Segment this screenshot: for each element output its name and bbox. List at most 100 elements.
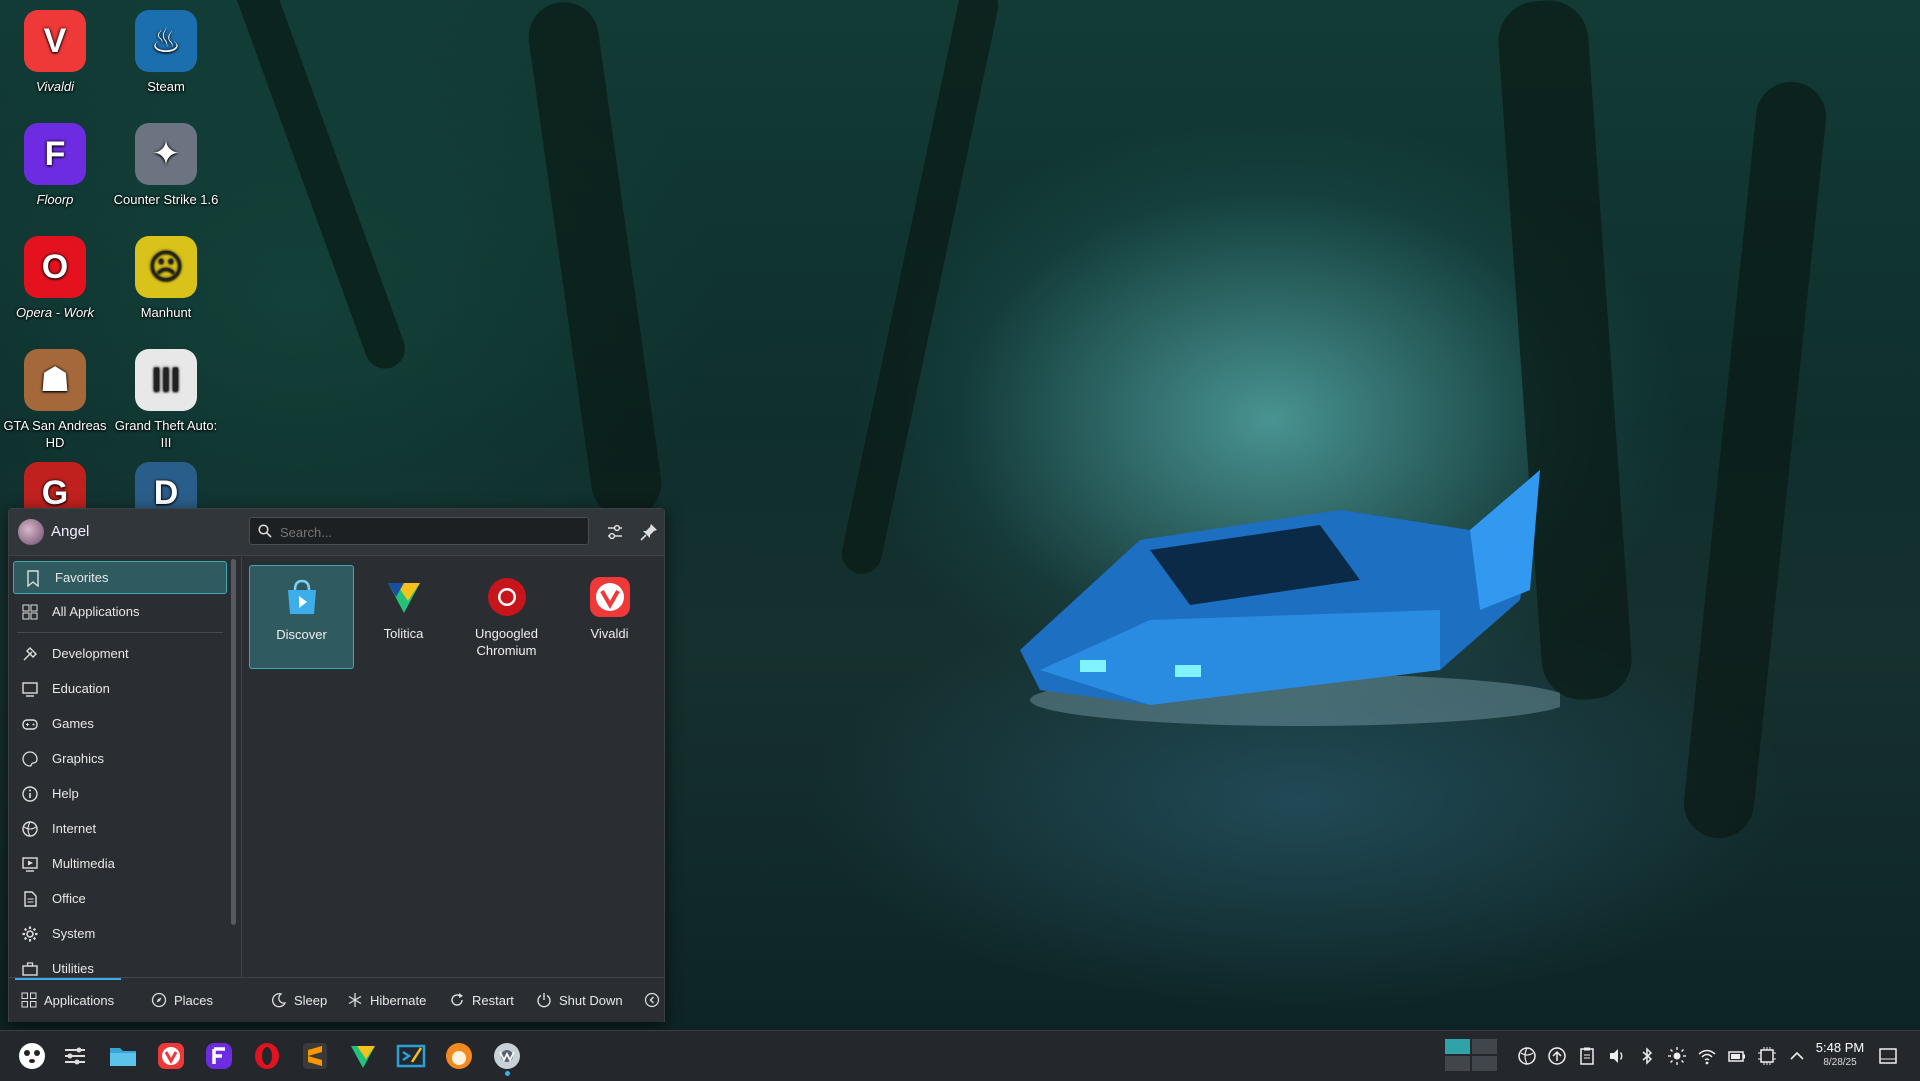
favorite-app-tolitica[interactable]: Tolitica — [352, 565, 455, 667]
category-label: Utilities — [52, 961, 94, 976]
sleep-button[interactable]: Sleep — [271, 990, 327, 1010]
chromium-icon — [494, 1043, 520, 1069]
category-scrollbar[interactable] — [231, 559, 236, 925]
desktop-shortcut-label: Vivaldi — [35, 79, 75, 94]
update-tray-icon[interactable] — [1547, 1046, 1567, 1066]
show-desktop-icon[interactable] — [1878, 1046, 1898, 1066]
monitor-icon — [22, 681, 38, 697]
favorite-app-label: Ungoogled Chromium — [475, 626, 538, 658]
file-manager-icon — [110, 1048, 136, 1066]
user-avatar[interactable] — [18, 519, 44, 545]
taskbar-launcher-button[interactable] — [16, 1040, 48, 1072]
chevron-up-icon[interactable] — [1787, 1046, 1807, 1066]
category-item-education[interactable]: Education — [11, 671, 229, 706]
desktop-2[interactable] — [1472, 1039, 1497, 1054]
tab-places[interactable]: Places — [151, 990, 213, 1010]
grid-icon — [22, 604, 38, 619]
desktop-1[interactable] — [1445, 1039, 1470, 1054]
power-icon — [537, 993, 551, 1008]
restart-label: Restart — [472, 992, 514, 1008]
taskbar-settings-button[interactable] — [59, 1040, 91, 1072]
category-item-graphics[interactable]: Graphics — [11, 741, 229, 776]
desktop-shortcut[interactable]: V Vivaldi — [0, 10, 110, 95]
restart-button[interactable]: Restart — [449, 990, 514, 1010]
configure-icon[interactable] — [605, 522, 625, 542]
vivaldi-icon — [588, 575, 632, 619]
category-label: System — [52, 926, 96, 941]
tab-applications-label: Applications — [44, 992, 115, 1008]
desktop-shortcut-label: Steam — [147, 79, 185, 94]
pin-icon[interactable] — [639, 522, 659, 542]
desktop-shortcut[interactable]: F Floorp — [0, 123, 110, 208]
application-launcher: Angel Favorites All Applications Developme… — [8, 508, 665, 1022]
taskbar-chromium-button[interactable] — [491, 1040, 523, 1076]
palette-icon — [22, 750, 38, 767]
search-input[interactable] — [278, 522, 582, 542]
taskbar-file-manager-button[interactable] — [107, 1040, 139, 1072]
virtual-desktop-pager[interactable] — [1445, 1039, 1499, 1073]
volume-icon[interactable] — [1607, 1046, 1627, 1066]
more-power-options-button[interactable] — [644, 990, 667, 1010]
shutdown-button[interactable]: Shut Down — [536, 990, 623, 1010]
category-item-system[interactable]: System — [11, 916, 229, 951]
desktop-4[interactable] — [1472, 1056, 1497, 1071]
taskbar-vscode-button[interactable] — [395, 1040, 427, 1072]
category-label: Office — [52, 891, 86, 906]
desktop-shortcut-label: Grand Theft Auto: III — [114, 418, 218, 450]
desktop-shortcut[interactable]: III Grand Theft Auto: III — [111, 349, 221, 451]
digital-clock[interactable]: 5:48 PM 8/28/25 — [1808, 1040, 1872, 1070]
clipboard-icon[interactable] — [1577, 1046, 1597, 1066]
chromium-icon — [485, 575, 529, 619]
globe-tray-icon[interactable] — [1517, 1046, 1537, 1066]
favorite-app-vivaldi[interactable]: Vivaldi — [558, 565, 661, 667]
taskbar: 5:48 PM 8/28/25 — [0, 1030, 1920, 1081]
favorite-app-label: Discover — [276, 627, 327, 642]
restart-icon — [451, 993, 463, 1006]
taskbar-vivaldi-button[interactable] — [155, 1040, 187, 1072]
floorp-icon — [206, 1043, 232, 1069]
bluetooth-icon[interactable] — [1637, 1046, 1657, 1066]
category-item-help[interactable]: Help — [11, 776, 229, 811]
category-item-development[interactable]: Development — [11, 636, 229, 671]
category-item-games[interactable]: Games — [11, 706, 229, 741]
active-tab-indicator — [15, 978, 121, 980]
desktop-shortcut[interactable]: ♨ Steam — [111, 10, 221, 95]
wifi-icon[interactable] — [1697, 1046, 1717, 1066]
desktop-3[interactable] — [1445, 1056, 1470, 1071]
cpu-monitor-icon[interactable] — [1757, 1046, 1777, 1066]
desktop-shortcut-label: Counter Strike 1.6 — [113, 192, 219, 207]
category-item-internet[interactable]: Internet — [11, 811, 229, 846]
category-item-multimedia[interactable]: Multimedia — [11, 846, 229, 881]
sleep-icon — [272, 993, 287, 1008]
category-label: Education — [52, 681, 110, 696]
desktop-shortcut-label: Opera - Work — [15, 305, 94, 320]
category-item-all-applications[interactable]: All Applications — [11, 594, 229, 629]
user-name: Angel — [51, 523, 90, 540]
taskbar-floorp-button[interactable] — [203, 1040, 235, 1072]
desktop-shortcut-label: GTA San Andreas HD — [3, 418, 107, 450]
taskbar-opera-button[interactable] — [251, 1040, 283, 1072]
brightness-icon[interactable] — [1667, 1046, 1687, 1066]
tab-applications[interactable]: Applications — [21, 990, 114, 1010]
vivaldi-icon: V — [24, 10, 86, 72]
taskbar-sublime-button[interactable] — [299, 1040, 331, 1072]
category-item-office[interactable]: Office — [11, 881, 229, 916]
battery-icon[interactable] — [1727, 1046, 1747, 1066]
hibernate-button[interactable]: Hibernate — [347, 990, 426, 1010]
desktop-shortcut[interactable]: ☗ GTA San Andreas HD — [0, 349, 110, 451]
grid-icon — [21, 992, 37, 1008]
desktop-shortcut[interactable]: O Opera - Work — [0, 236, 110, 321]
search-box[interactable] — [249, 517, 589, 545]
desktop-shortcut[interactable]: ✦ Counter Strike 1.6 — [111, 123, 221, 208]
desktop-shortcut-label: Manhunt — [140, 305, 192, 320]
taskbar-tolitica-button[interactable] — [347, 1040, 379, 1072]
category-item-utilities[interactable]: Utilities — [11, 951, 229, 977]
category-item-favorites[interactable]: Favorites — [13, 561, 227, 594]
favorite-app-discover[interactable]: Discover — [249, 565, 354, 669]
hibernate-label: Hibernate — [370, 992, 427, 1008]
category-label: Favorites — [55, 570, 109, 585]
opera-icon: O — [24, 236, 86, 298]
favorite-app-ungoogled-chromium[interactable]: Ungoogled Chromium — [455, 565, 558, 667]
taskbar-waterfox-button[interactable] — [443, 1040, 475, 1072]
desktop-shortcut[interactable]: ☹ Manhunt — [111, 236, 221, 321]
